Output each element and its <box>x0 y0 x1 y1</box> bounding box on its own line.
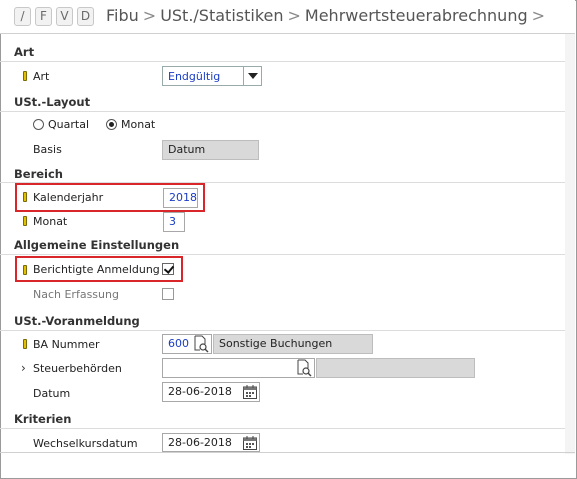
art-label: Art <box>33 70 50 83</box>
kalenderjahr-label: Kalenderjahr <box>33 191 104 204</box>
section-title-kriterien: Kriterien <box>14 412 72 426</box>
section-title-bereich: Bereich <box>14 167 63 181</box>
required-marker-icon <box>23 192 27 202</box>
required-marker-icon <box>23 339 27 349</box>
ba-nummer-label: BA Nummer <box>33 338 100 351</box>
art-select-value: Endgültig <box>168 70 221 83</box>
lookup-search-icon[interactable] <box>193 335 209 353</box>
required-marker-icon <box>23 216 27 226</box>
monat-input[interactable]: 3 <box>163 212 185 232</box>
chevron-down-icon[interactable] <box>243 67 261 85</box>
lookup-search-icon[interactable] <box>296 359 312 377</box>
datum-label: Datum <box>33 387 71 400</box>
breadcrumb-separator: > <box>531 6 546 25</box>
steuerbehoerden-input[interactable] <box>162 358 315 378</box>
breadcrumb-item-fibu[interactable]: Fibu <box>106 6 139 25</box>
section-title-ust-layout: USt.-Layout <box>14 95 91 109</box>
d-button[interactable]: D <box>77 7 94 26</box>
top-bar: / F V D Fibu > USt./Statistiken > Mehrwertst… <box>0 0 575 34</box>
basis-field: Datum <box>162 140 259 160</box>
required-marker-icon <box>23 71 27 81</box>
section-divider <box>0 111 565 112</box>
basis-label: Basis <box>33 143 62 156</box>
monat-radio-label: Monat <box>121 118 156 131</box>
slash-button[interactable]: / <box>14 7 31 26</box>
section-title-allgemeine-einstellungen: Allgemeine Einstellungen <box>14 238 180 252</box>
chevron-right-icon[interactable]: › <box>21 361 26 375</box>
calendar-icon[interactable] <box>243 385 257 399</box>
berichtigte-anmeldung-checkbox[interactable] <box>162 263 174 275</box>
breadcrumb-item-mehrwertsteuerabrechnung[interactable]: Mehrwertsteuerabrechnung <box>305 6 528 25</box>
monat-radio[interactable] <box>106 119 117 130</box>
kalenderjahr-input[interactable]: 2018 <box>163 188 198 208</box>
steuerbehoerden-label: Steuerbehörden <box>33 362 122 375</box>
breadcrumb-separator: > <box>287 6 301 25</box>
section-divider <box>0 428 565 429</box>
section-title-ust-voranmeldung: USt.-Voranmeldung <box>14 314 140 328</box>
breadcrumb-item-ust-statistiken[interactable]: USt./Statistiken <box>160 6 283 25</box>
section-divider <box>0 254 565 255</box>
section-divider <box>0 61 565 62</box>
ba-nummer-description: Sonstige Buchungen <box>213 334 373 354</box>
nach-erfassung-checkbox[interactable] <box>162 288 174 300</box>
monat-label: Monat <box>33 215 68 228</box>
steuerbehoerden-description <box>316 358 475 378</box>
v-button[interactable]: V <box>56 7 73 26</box>
breadcrumb: Fibu > USt./Statistiken > Mehrwertsteuerabre… <box>106 6 549 25</box>
calendar-icon[interactable] <box>243 436 257 450</box>
favorites-button[interactable]: F <box>35 7 52 26</box>
quartal-radio[interactable] <box>33 119 44 130</box>
section-divider <box>0 330 565 331</box>
berichtigte-anmeldung-label: Berichtigte Anmeldung <box>33 263 160 276</box>
breadcrumb-separator: > <box>142 6 157 25</box>
section-title-art: Art <box>14 45 35 59</box>
wechselkursdatum-label: Wechselkursdatum <box>33 437 138 450</box>
scrollbar[interactable] <box>565 34 575 454</box>
art-select[interactable]: Endgültig <box>162 66 262 86</box>
required-marker-icon <box>23 265 27 275</box>
nach-erfassung-label: Nach Erfassung <box>33 288 119 301</box>
quartal-label: Quartal <box>48 118 90 131</box>
content-bottom-border <box>0 452 575 453</box>
